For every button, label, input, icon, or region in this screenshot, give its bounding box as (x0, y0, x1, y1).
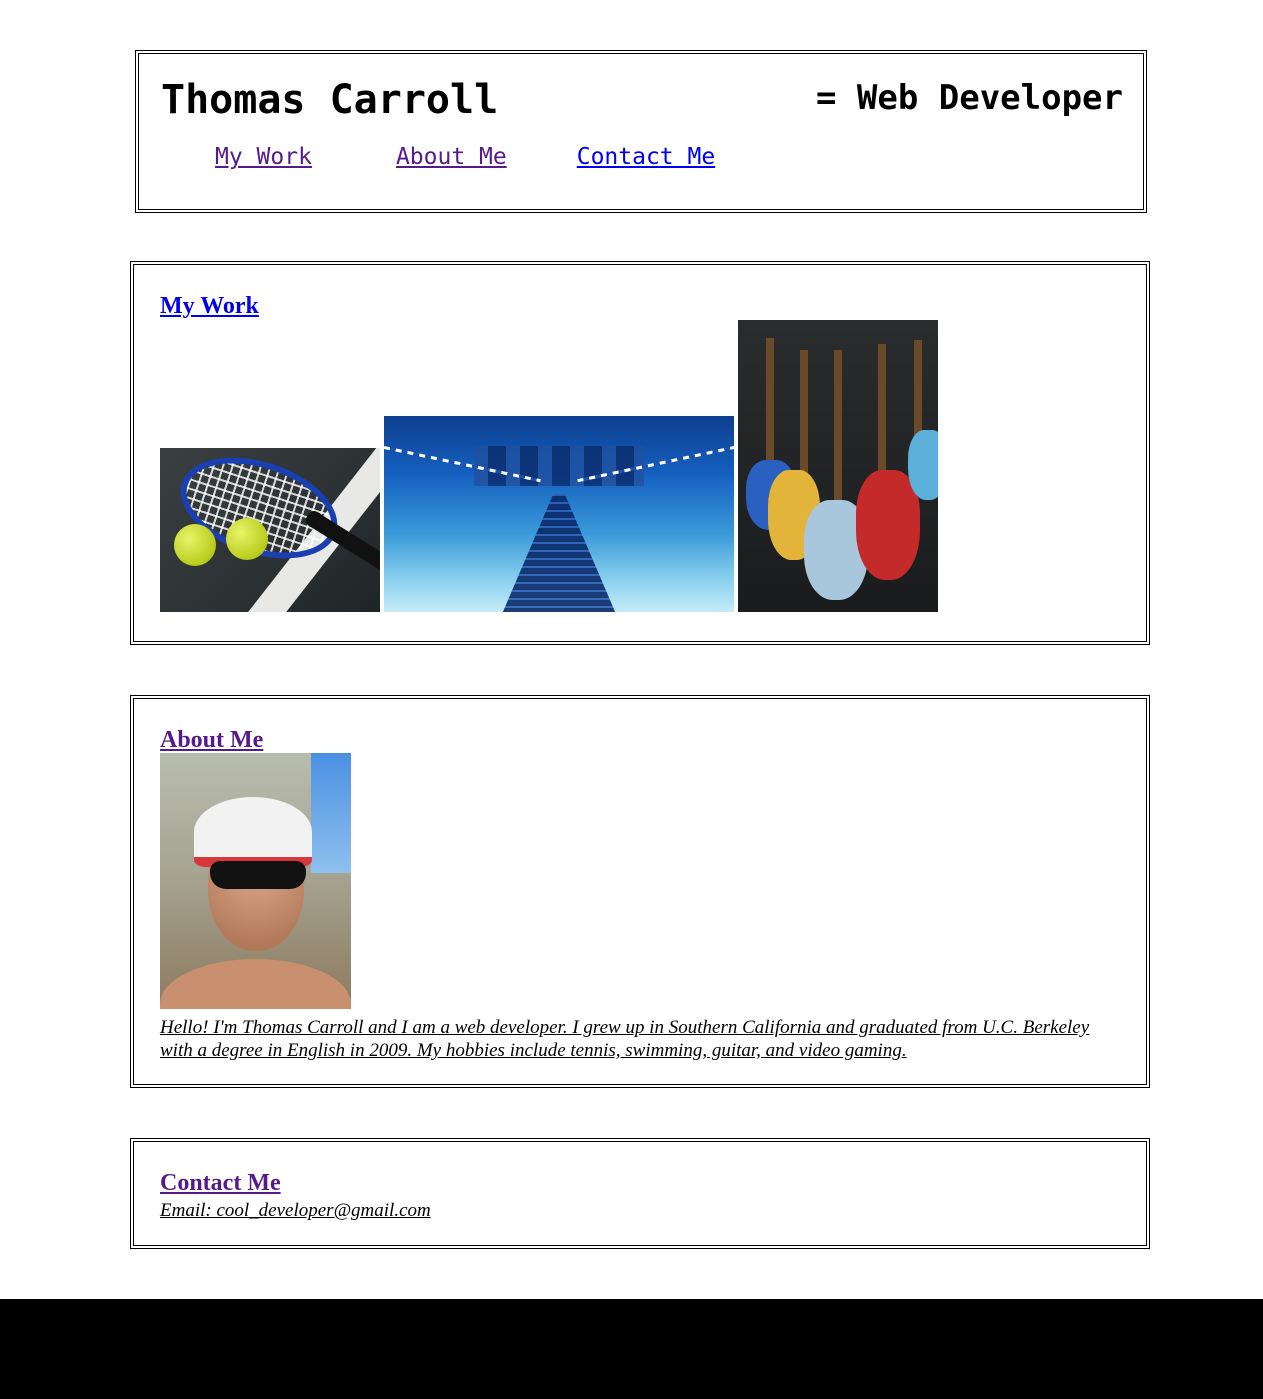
contact-me-heading: Contact Me (160, 1170, 281, 1198)
guitars-image[interactable] (738, 320, 938, 612)
pool-lane-line (502, 494, 616, 612)
site-name: Thomas Carroll (161, 77, 499, 123)
cap (194, 797, 312, 867)
tennis-ball (174, 524, 216, 566)
pool-wall (474, 446, 644, 486)
nav-link-contact-me[interactable]: Contact Me (577, 144, 715, 170)
site-header: Thomas Carroll = Web Developer My Work A… (135, 50, 1147, 213)
tennis-ball (226, 518, 268, 560)
shoulders (160, 959, 351, 1009)
about-me-heading: About Me (160, 727, 263, 755)
about-me-heading-link[interactable]: About Me (160, 727, 263, 753)
contact-email[interactable]: Email: cool_developer@gmail.com (160, 1200, 431, 1222)
footer-bar (0, 1299, 1263, 1399)
my-work-heading-link[interactable]: My Work (160, 293, 259, 319)
nav-link-my-work[interactable]: My Work (215, 144, 312, 170)
guitar-body (908, 430, 938, 500)
sunglasses (210, 861, 306, 889)
swimming-pool-image[interactable] (384, 416, 734, 612)
my-work-heading: My Work (160, 293, 259, 321)
my-work-section: My Work (130, 261, 1150, 645)
main-nav: My Work About Me Contact Me (215, 144, 715, 170)
guitar-neck (834, 350, 842, 520)
guitar-neck (878, 344, 886, 484)
tennis-image[interactable] (160, 448, 380, 612)
contact-me-heading-link[interactable]: Contact Me (160, 1170, 281, 1196)
about-me-text: Hello! I'm Thomas Carroll and I am a web… (160, 1017, 1090, 1061)
nav-link-about-me[interactable]: About Me (396, 144, 507, 170)
sky (311, 753, 351, 873)
portrait-photo (160, 753, 351, 1009)
about-me-section: About Me Hello! I'm Thomas Carroll and I… (130, 695, 1150, 1088)
work-gallery (160, 319, 938, 612)
contact-me-section: Contact Me Email: cool_developer@gmail.c… (130, 1138, 1150, 1249)
site-role: = Web Developer (815, 78, 1123, 118)
